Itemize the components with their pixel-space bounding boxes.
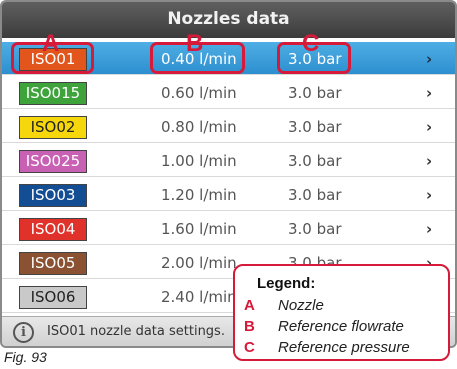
chevron-right-icon[interactable]: › (426, 48, 432, 70)
legend-key: A (244, 297, 255, 314)
chevron-right-icon[interactable]: › (426, 82, 432, 104)
chevron-right-icon[interactable]: › (426, 150, 432, 172)
figure-caption: Fig. 93 (4, 349, 47, 365)
flowrate-value: 1.20 l/min (161, 186, 237, 204)
nozzle-row[interactable]: ISO04 1.60 l/min 3.0 bar › (2, 212, 455, 245)
nozzle-row[interactable]: ISO02 0.80 l/min 3.0 bar › (2, 110, 455, 143)
legend-box: Legend: A Nozzle B Reference flowrate C Ref… (233, 264, 450, 361)
flowrate-value: 0.80 l/min (161, 118, 237, 136)
callout-letter-a: A (42, 30, 60, 57)
legend-item: B Reference flowrate (244, 318, 404, 336)
nozzle-badge: ISO015 (19, 82, 87, 105)
flowrate-value: 1.00 l/min (161, 152, 237, 170)
legend-label: Reference pressure (278, 339, 410, 356)
legend-item: C Reference pressure (244, 339, 410, 357)
pressure-value: 3.0 bar (288, 220, 342, 238)
chevron-right-icon[interactable]: › (426, 184, 432, 206)
legend-item: A Nozzle (244, 297, 324, 315)
chevron-right-icon[interactable]: › (426, 116, 432, 138)
chevron-right-icon[interactable]: › (426, 218, 432, 240)
nozzle-badge: ISO05 (19, 252, 87, 275)
flowrate-value: 0.60 l/min (161, 84, 237, 102)
flowrate-value: 2.40 l/min (161, 288, 237, 306)
legend-key: B (244, 318, 255, 335)
callout-letter-c: C (302, 30, 320, 57)
legend-key: C (244, 339, 255, 356)
nozzle-badge: ISO04 (19, 218, 87, 241)
legend-label: Nozzle (278, 297, 324, 314)
nozzle-row[interactable]: ISO015 0.60 l/min 3.0 bar › (2, 76, 455, 109)
screen-title: Nozzles data (2, 2, 455, 38)
pressure-value: 3.0 bar (288, 152, 342, 170)
flowrate-value: 2.00 l/min (161, 254, 237, 272)
legend-label: Reference flowrate (278, 318, 404, 335)
nozzle-row[interactable]: ISO03 1.20 l/min 3.0 bar › (2, 178, 455, 211)
nozzle-badge: ISO03 (19, 184, 87, 207)
callout-letter-b: B (186, 30, 204, 57)
nozzle-badge: ISO06 (19, 286, 87, 309)
pressure-value: 3.0 bar (288, 118, 342, 136)
flowrate-value: 1.60 l/min (161, 220, 237, 238)
info-icon: i (13, 322, 34, 343)
nozzle-badge: ISO025 (19, 150, 87, 173)
nozzle-badge: ISO02 (19, 116, 87, 139)
status-text: ISO01 nozzle data settings. (47, 324, 225, 339)
pressure-value: 3.0 bar (288, 84, 342, 102)
nozzle-row[interactable]: ISO025 1.00 l/min 3.0 bar › (2, 144, 455, 177)
legend-title: Legend: (257, 275, 316, 292)
pressure-value: 3.0 bar (288, 186, 342, 204)
